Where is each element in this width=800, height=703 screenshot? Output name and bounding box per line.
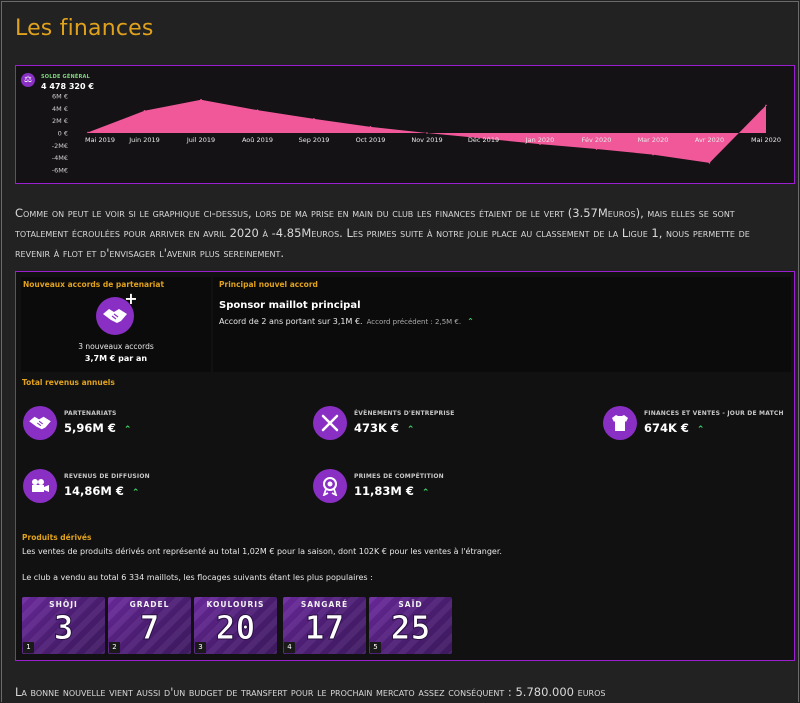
balance-point	[87, 131, 89, 134]
y-tick-label: -6M€	[52, 167, 68, 175]
y-tick-label: 2M €	[52, 117, 68, 125]
outro-paragraph: La bonne nouvelle vient aussi d'un budge…	[15, 685, 606, 699]
revenue-label: FINANCES ET VENTES - JOUR DE MATCH	[644, 410, 784, 417]
balance-point	[256, 109, 259, 111]
up-arrow-icon: ⌃	[421, 488, 430, 498]
revenue-label: PARTENARIATS	[64, 410, 117, 417]
revenue-amount: 14,86M €	[64, 484, 124, 498]
cutlery-icon	[313, 406, 347, 440]
x-tick-label: Déc 2019	[468, 136, 499, 144]
up-arrow-icon: ⌃	[406, 425, 415, 435]
jersey-card: GRADEL 7 2	[108, 597, 191, 654]
x-tick-label: Nov 2019	[411, 136, 442, 144]
up-arrow-icon: ⌃	[696, 425, 705, 435]
x-tick-label: Aoû 2019	[242, 136, 273, 144]
jersey-card: SAÏD 25 5	[369, 597, 452, 654]
revenue-value: 14,86M € ⌃	[64, 484, 139, 498]
x-tick-label: Jan 2020	[525, 136, 555, 144]
y-tick-label: -4M€	[52, 154, 68, 162]
jersey-card: KOULOURIS 20 3	[194, 597, 277, 654]
jersey-number: 20	[215, 608, 256, 648]
jersey-number: 17	[304, 608, 345, 648]
y-tick-label: 0 €	[58, 130, 68, 138]
jersey-number: 7	[139, 608, 160, 648]
x-tick-label: Juin 2019	[128, 136, 160, 144]
y-tick-label: -2M€	[52, 142, 68, 150]
balance-point	[200, 98, 202, 101]
x-tick-label: Mai 2019	[85, 136, 115, 144]
balance-point	[143, 110, 146, 112]
merch-section-label: Produits dérivés	[22, 533, 92, 542]
x-tick-label: Sep 2019	[299, 136, 330, 144]
jersey-rank: 2	[109, 642, 120, 653]
jersey-card: SHÔJI 3 1	[22, 597, 105, 654]
partnership-count: 3 nouveaux accords	[78, 342, 154, 351]
y-tick-label: 6M €	[52, 93, 68, 101]
main-deal-previous: Accord précédent : 2,5M €.	[366, 318, 462, 326]
x-tick-label: Avr 2020	[695, 136, 724, 144]
main-deal-box: Principal nouvel accord Sponsor maillot …	[213, 277, 791, 372]
revenue-value: 11,83M € ⌃	[354, 484, 429, 498]
handshake-icon	[23, 406, 57, 440]
finances-panel: Nouveaux accords de partenariat + 3 nouv…	[15, 271, 795, 661]
page-title: Les finances	[15, 16, 154, 41]
balance-point	[369, 126, 372, 128]
merch-sales-text: Les ventes de produits dérivés ont repré…	[22, 547, 502, 556]
x-tick-label: Mar 2020	[638, 136, 669, 144]
main-deal-text: Accord de 2 ans portant sur 3,1M €.	[219, 317, 363, 326]
partnership-section-label: Nouveaux accords de partenariat	[23, 280, 165, 289]
partnership-amount: 3,7M € par an	[84, 354, 148, 363]
x-tick-label: Fév 2020	[582, 136, 612, 144]
revenue-amount: 5,96M €	[64, 421, 116, 435]
balance-point	[313, 118, 315, 120]
camera-icon	[23, 469, 57, 503]
chart-legend-value: 4 478 320 €	[41, 82, 94, 91]
jersey-rank: 4	[284, 642, 295, 653]
main-deal-description: Accord de 2 ans portant sur 3,1M €. Accor…	[219, 317, 474, 326]
balance-icon: ⚖	[21, 73, 35, 87]
shirt-icon	[603, 406, 637, 440]
jersey-card: SANGARÉ 17 4	[283, 597, 366, 654]
balance-point	[595, 148, 598, 150]
balance-area	[88, 99, 766, 163]
revenues-section-label: Total revenus annuels	[22, 378, 115, 387]
jersey-rank: 1	[23, 642, 34, 653]
jersey-rank: 3	[195, 642, 206, 653]
revenue-value: 5,96M € ⌃	[64, 421, 131, 435]
x-tick-label: Juil 2019	[186, 136, 215, 144]
partnership-box: Nouveaux accords de partenariat + 3 nouv…	[21, 277, 211, 372]
jersey-number: 25	[390, 608, 431, 648]
balance-point	[765, 104, 767, 107]
merch-shirts-text: Le club a vendu au total 6 334 maillots,…	[22, 573, 373, 582]
balance-chart-svg: 6M € 4M € 2M € 0 € -2M€ -4M€ -6M€ Mai 2019 Juin …	[52, 93, 781, 175]
revenue-label: ÉVÈNEMENTS D'ENTREPRISE	[354, 410, 455, 417]
balance-point	[426, 132, 428, 134]
revenue-label: REVENUS DE DIFFUSION	[64, 473, 150, 480]
up-arrow-icon: ⌃	[131, 488, 140, 498]
x-tick-label: Mai 2020	[751, 136, 781, 144]
balance-point	[652, 153, 654, 156]
medal-icon	[313, 469, 347, 503]
revenue-amount: 674K €	[644, 421, 689, 435]
revenue-amount: 473K €	[354, 421, 399, 435]
revenue-amount: 11,83M €	[354, 484, 414, 498]
main-deal-name: Sponsor maillot principal	[219, 300, 361, 311]
chart-legend-label: SOLDE GÉNÉRAL	[41, 74, 90, 80]
up-arrow-icon: ⌃	[467, 317, 474, 326]
up-arrow-icon: ⌃	[123, 425, 132, 435]
intro-paragraph: Comme on peut le voir si le graphique ci…	[15, 206, 750, 260]
jersey-number: 3	[53, 608, 74, 648]
plus-icon: +	[124, 289, 138, 308]
x-tick-label: Oct 2019	[356, 136, 386, 144]
main-deal-section-label: Principal nouvel accord	[219, 280, 318, 289]
balance-chart: 6M € 4M € 2M € 0 € -2M€ -4M€ -6M€ Mai 2019 Juin …	[15, 65, 795, 184]
jersey-rank: 5	[370, 642, 381, 653]
revenue-value: 473K € ⌃	[354, 421, 414, 435]
balance-point	[708, 162, 711, 164]
revenue-value: 674K € ⌃	[644, 421, 704, 435]
y-tick-label: 4M €	[52, 105, 68, 113]
revenue-label: PRIMES DE COMPÉTITION	[354, 473, 444, 480]
